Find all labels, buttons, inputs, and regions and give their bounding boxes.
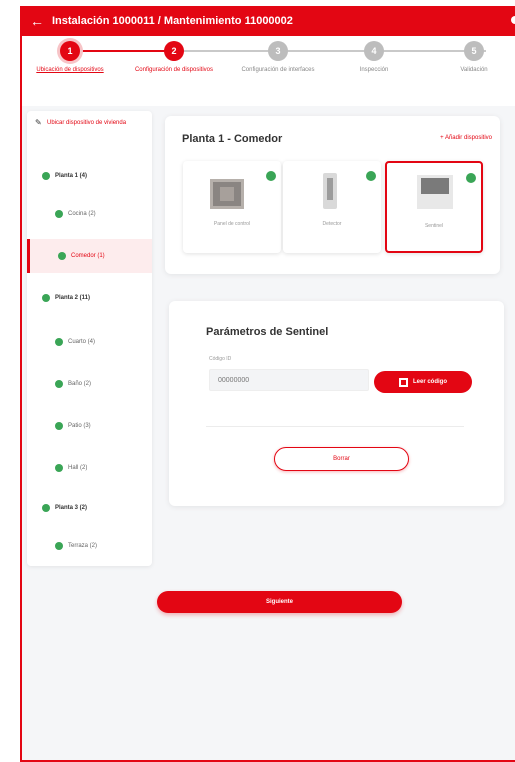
control-panel-image — [210, 179, 244, 209]
tree-item-label: Baño (2) — [68, 381, 92, 387]
tree-item-comedor[interactable]: Comedor (1) — [27, 239, 152, 273]
code-input[interactable] — [209, 369, 369, 391]
device-tile-label: Sentinel — [424, 223, 444, 229]
tree-item-label: Planta 1 (4) — [55, 173, 88, 179]
tree-item-label: Cuarto (4) — [68, 339, 96, 345]
clear-button[interactable]: Borrar — [274, 447, 409, 471]
tree-item-planta-3[interactable]: Planta 3 (2) — [27, 491, 152, 525]
status-dot-icon — [42, 172, 50, 180]
step-label: Ubicación de dispositivos — [36, 67, 104, 73]
step-label: Validación — [460, 67, 488, 73]
step-1[interactable]: 1 Ubicación de dispositivos — [25, 41, 115, 74]
check-icon — [466, 173, 476, 183]
edit-location-link[interactable]: ✎ Ubicar dispositivo de vivienda — [27, 111, 152, 127]
qr-code-icon — [398, 377, 408, 387]
device-tile-detector[interactable]: Detector — [283, 161, 381, 253]
tree-item-planta-2[interactable]: Planta 2 (11) — [27, 281, 152, 315]
step-2[interactable]: 2 Configuración de dispositivos — [129, 41, 219, 74]
divider — [206, 426, 464, 427]
motion-sensor-image — [323, 173, 337, 209]
tree-item-bano[interactable]: Baño (2) — [27, 367, 152, 401]
tree-item-cocina[interactable]: Cocina (2) — [27, 197, 152, 231]
app-bar-title: Instalación 1000011 / Mantenimiento 1100… — [52, 15, 293, 27]
scan-code-label: Leer código — [412, 379, 447, 385]
status-dot-icon — [55, 338, 63, 346]
device-card: Planta 1 - Comedor + Añadir dispositivo … — [165, 116, 500, 274]
tree-item-cuarto[interactable]: Cuarto (4) — [27, 325, 152, 359]
check-icon — [366, 171, 376, 181]
menu-dot-icon[interactable] — [511, 16, 515, 24]
status-dot-icon — [42, 294, 50, 302]
pencil-icon: ✎ — [35, 118, 42, 127]
edit-location-label: Ubicar dispositivo de vivienda — [47, 120, 127, 126]
tree-item-patio[interactable]: Patio (3) — [27, 409, 152, 443]
step-label: Inspección — [359, 67, 389, 73]
step-circle: 3 — [268, 41, 288, 61]
tree-item-label: Cocina (2) — [68, 211, 96, 217]
step-circle: 4 — [364, 41, 384, 61]
tree-item-label: Comedor (1) — [71, 253, 105, 259]
check-icon — [266, 171, 276, 181]
step-label: Configuración de interfaces — [241, 67, 315, 73]
next-button[interactable]: Siguiente — [157, 591, 402, 613]
tree-item-label: Patio (3) — [68, 423, 91, 429]
app-bar: ← Instalación 1000011 / Mantenimiento 11… — [22, 6, 515, 36]
device-tile-sentinel[interactable]: Sentinel — [385, 161, 483, 253]
device-tile-label: Detector — [322, 221, 342, 227]
location-sidebar: ✎ Ubicar dispositivo de vivienda Planta … — [27, 111, 152, 566]
scan-code-button[interactable]: Leer código — [374, 371, 472, 393]
status-dot-icon — [42, 504, 50, 512]
tree-item-planta-1[interactable]: Planta 1 (4) — [27, 159, 152, 193]
tree-item-label: Hall (2) — [68, 465, 88, 471]
stepper: 1 Ubicación de dispositivos 2 Configurac… — [22, 36, 515, 106]
status-dot-icon — [55, 380, 63, 388]
sentinel-image — [417, 175, 453, 209]
status-dot-icon — [55, 464, 63, 472]
device-tile-control-panel[interactable]: Panel de control — [183, 161, 281, 253]
code-field-label: Código ID — [209, 356, 232, 362]
tree-item-label: Terraza (2) — [68, 543, 98, 549]
device-card-title: Planta 1 - Comedor — [182, 133, 283, 145]
params-card: Parámetros de Sentinel Código ID Leer có… — [169, 301, 504, 506]
step-3[interactable]: 3 Configuración de interfaces — [233, 41, 323, 74]
tree-item-label: Planta 2 (11) — [55, 295, 91, 301]
step-4[interactable]: 4 Inspección — [329, 41, 419, 74]
step-circle: 2 — [164, 41, 184, 61]
device-tile-label: Panel de control — [213, 221, 251, 227]
params-title: Parámetros de Sentinel — [206, 326, 329, 338]
step-circle: 5 — [464, 41, 484, 61]
back-arrow-icon[interactable]: ← — [22, 6, 52, 36]
step-label: Configuración de dispositivos — [134, 67, 214, 73]
status-dot-icon — [55, 210, 63, 218]
tree-item-label: Planta 3 (2) — [55, 505, 88, 511]
app-frame: ← Instalación 1000011 / Mantenimiento 11… — [20, 6, 515, 762]
step-5[interactable]: 5 Validación — [429, 41, 515, 74]
tree-item-hall[interactable]: Hall (2) — [27, 451, 152, 485]
status-dot-icon — [55, 542, 63, 550]
tree-item-terraza[interactable]: Terraza (2) — [27, 529, 152, 563]
status-dot-icon — [58, 252, 66, 260]
add-device-link[interactable]: + Añadir dispositivo — [440, 135, 492, 141]
status-dot-icon — [55, 422, 63, 430]
step-circle: 1 — [60, 41, 80, 61]
